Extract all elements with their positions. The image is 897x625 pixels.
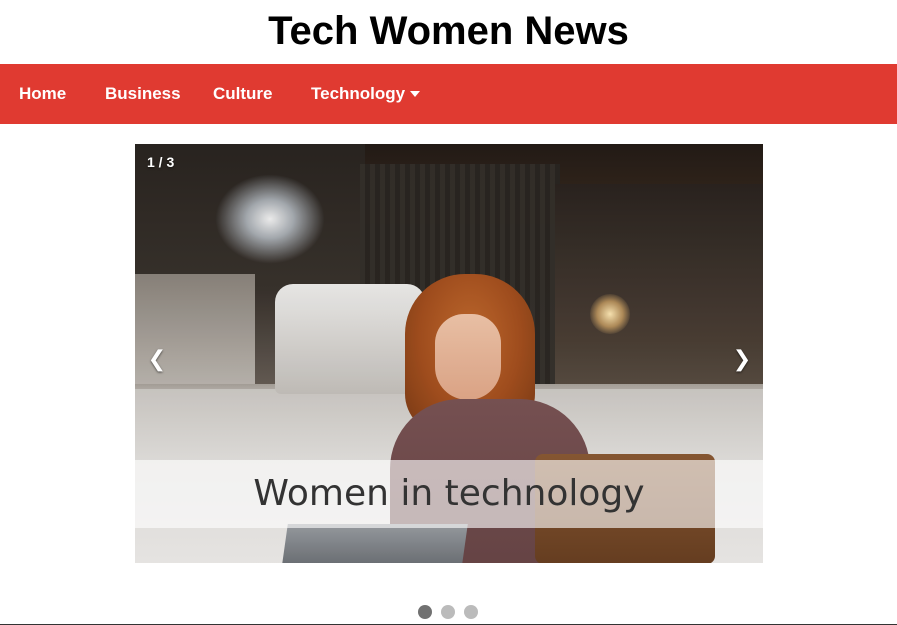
- slide-caption: Women in technology: [253, 473, 645, 514]
- nav-item-culture[interactable]: Culture: [213, 64, 273, 124]
- chevron-right-icon: ❯: [732, 346, 752, 371]
- slide-counter: 1 / 3: [147, 154, 175, 170]
- slide-dot-3[interactable]: [464, 605, 478, 619]
- nav-item-technology[interactable]: Technology: [311, 64, 421, 124]
- main-navbar: Home Business Culture Technology: [0, 64, 897, 124]
- next-slide-button[interactable]: ❯: [732, 344, 752, 374]
- chevron-left-icon: ❮: [147, 346, 167, 371]
- nav-item-home[interactable]: Home: [19, 64, 66, 124]
- slide-dot-1[interactable]: [418, 605, 432, 619]
- site-title: Tech Women News: [268, 9, 629, 53]
- nav-item-business[interactable]: Business: [105, 64, 181, 124]
- prev-slide-button[interactable]: ❮: [147, 344, 167, 374]
- slide-caption-band: Women in technology: [135, 460, 763, 528]
- slide-dots: [418, 605, 487, 619]
- slideshow: 1 / 3 ❮ ❯ Women in technology: [135, 144, 763, 563]
- slide-dot-2[interactable]: [441, 605, 455, 619]
- caret-down-icon: [410, 91, 421, 97]
- nav-item-technology-label: Technology: [311, 84, 406, 103]
